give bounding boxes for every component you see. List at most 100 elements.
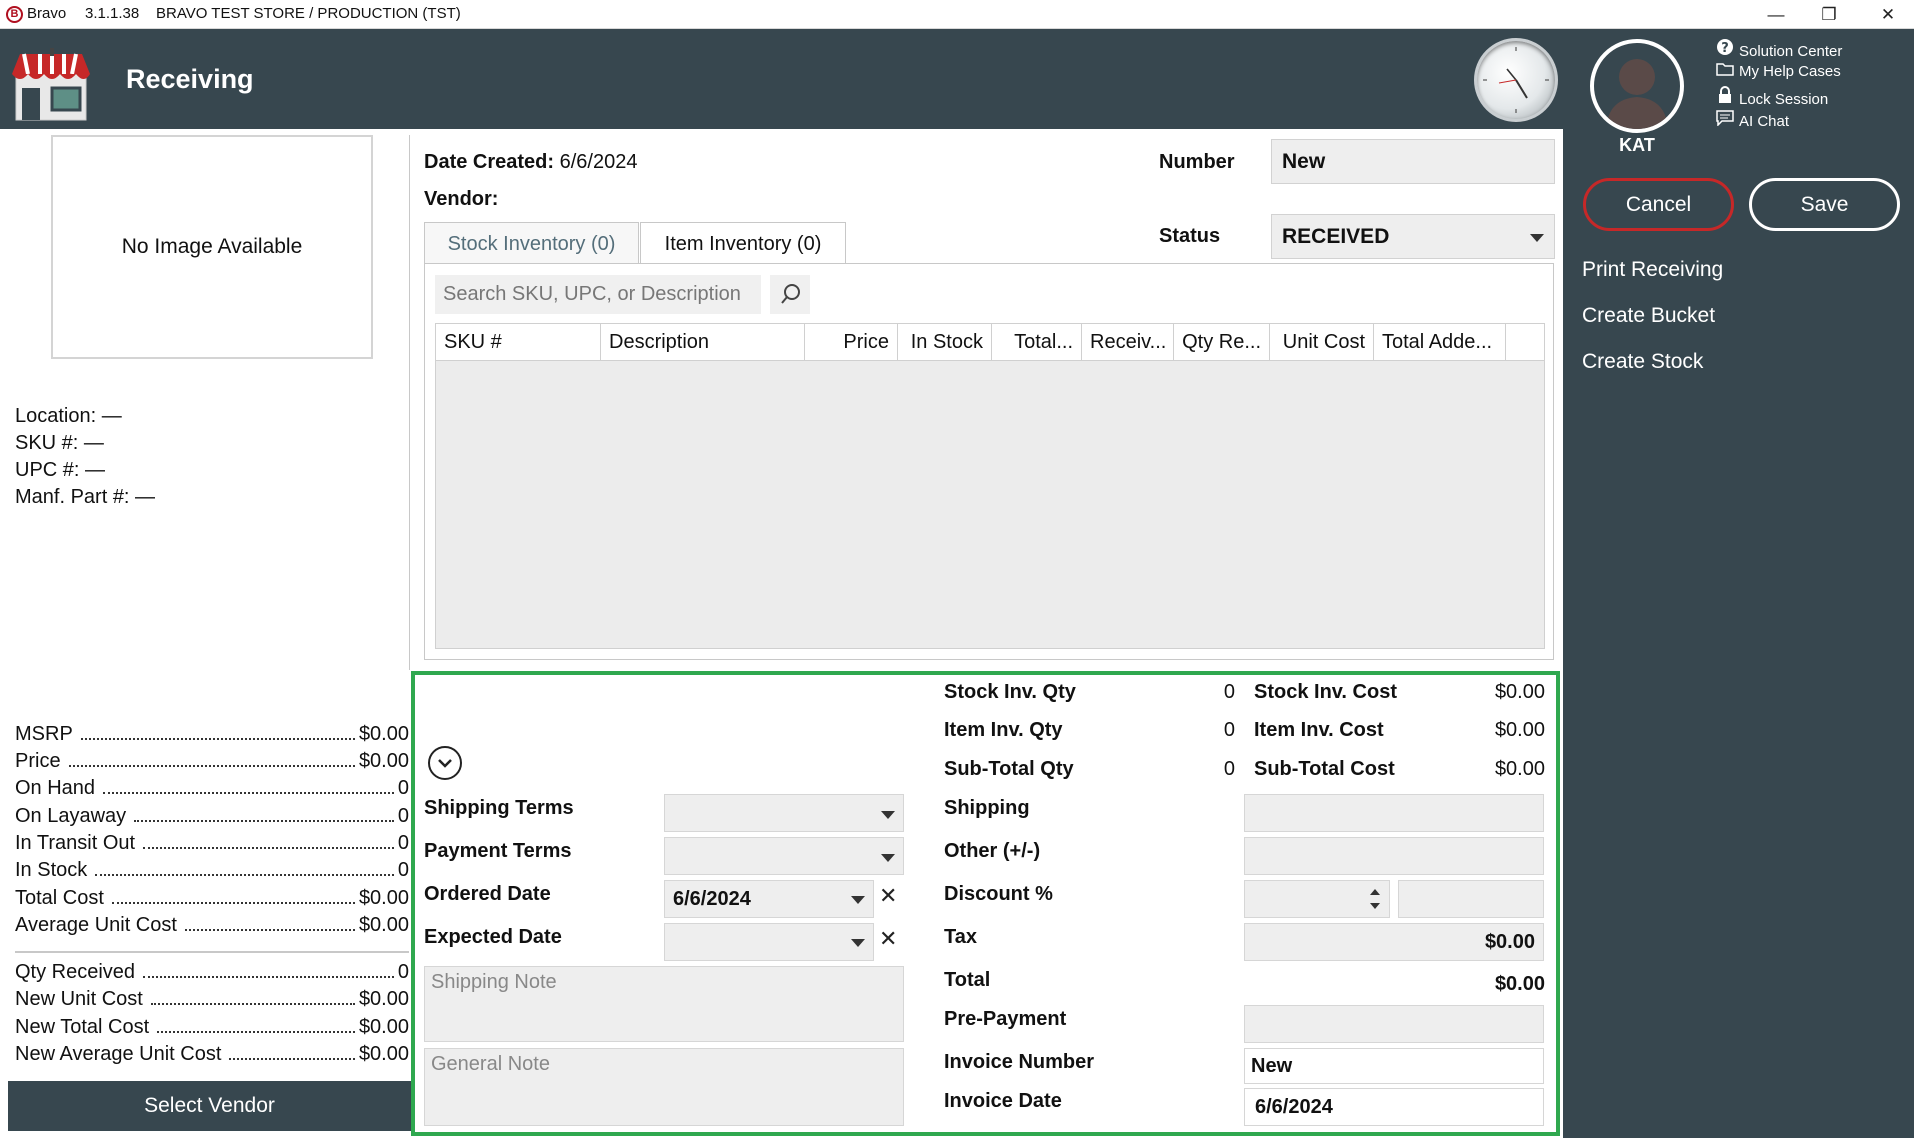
cancel-button[interactable]: Cancel <box>1583 178 1734 231</box>
stat-label: On Layaway <box>15 805 127 827</box>
stock-inv-cost-label: Stock Inv. Cost <box>1254 681 1397 703</box>
number-label: Number <box>1159 151 1235 173</box>
search-input[interactable]: Search SKU, UPC, or Description <box>435 275 761 314</box>
stat-row-new-unit-cost: New Unit Cost $0.00 <box>15 988 409 1011</box>
shipping-input[interactable] <box>1244 794 1544 832</box>
tab-item-inventory[interactable]: Item Inventory (0) <box>640 222 846 264</box>
chat-icon <box>1715 110 1735 130</box>
general-note-field[interactable]: General Note <box>424 1048 904 1126</box>
stat-row-in-transit-out: In Transit Out 0 <box>15 832 409 855</box>
ordered-date-picker[interactable]: 6/6/2024 <box>664 880 874 918</box>
subtotal-qty-value: 0 <box>1223 758 1235 780</box>
maximize-button[interactable]: ❐ <box>1803 0 1855 29</box>
solution-center-link[interactable]: ? Solution Center <box>1715 38 1842 60</box>
stat-label: MSRP <box>15 723 73 745</box>
column-header-unit-cost[interactable]: Unit Cost <box>1270 324 1374 361</box>
shipping-terms-dropdown[interactable] <box>664 794 904 832</box>
lock-session-label: Lock Session <box>1739 91 1829 108</box>
my-help-cases-label: My Help Cases <box>1739 63 1841 80</box>
ai-chat-link[interactable]: AI Chat <box>1715 110 1789 130</box>
expected-date-picker[interactable] <box>664 923 874 961</box>
other-label: Other (+/-) <box>944 840 1041 862</box>
manf-part-info: Manf. Part #: — <box>15 486 156 508</box>
column-header-description[interactable]: Description <box>601 324 805 361</box>
stat-row-average-unit-cost: Average Unit Cost $0.00 <box>15 914 409 937</box>
stat-value: 0 <box>397 777 409 799</box>
clear-ordered-date-button[interactable]: ✕ <box>879 883 897 909</box>
status-dropdown[interactable]: RECEIVED <box>1271 214 1555 259</box>
stat-value: 0 <box>397 832 409 854</box>
column-header-sku[interactable]: SKU # <box>436 324 601 361</box>
stat-value: $0.00 <box>358 988 409 1010</box>
invoice-number-label: Invoice Number <box>944 1051 1095 1073</box>
shipping-note-field[interactable]: Shipping Note <box>424 966 904 1042</box>
clear-expected-date-button[interactable]: ✕ <box>879 926 897 952</box>
subtotal-cost-label: Sub-Total Cost <box>1254 758 1395 780</box>
close-window-button[interactable]: ✕ <box>1862 0 1914 29</box>
user-name: KAT <box>1619 135 1655 155</box>
stat-row-qty-received: Qty Received 0 <box>15 961 409 984</box>
chevron-down-icon <box>851 896 865 904</box>
bravo-logo-icon: B <box>6 6 23 23</box>
shipping-terms-value <box>665 795 673 817</box>
column-header-received[interactable]: Receiv... <box>1082 324 1174 361</box>
tax-label: Tax <box>944 926 977 948</box>
date-created: Date Created: 6/6/2024 <box>424 151 637 174</box>
prepayment-label: Pre-Payment <box>944 1008 1067 1030</box>
stat-value: $0.00 <box>358 1016 409 1038</box>
shipping-label: Shipping <box>944 797 1030 819</box>
stat-label: Qty Received <box>15 961 136 983</box>
column-header-in-stock[interactable]: In Stock <box>898 324 992 361</box>
panel-divider <box>409 135 410 670</box>
stat-value: $0.00 <box>358 1043 409 1065</box>
payment-terms-dropdown[interactable] <box>664 837 904 875</box>
store-icon <box>10 44 92 124</box>
column-header-total[interactable]: Total... <box>992 324 1082 361</box>
invoice-date-input[interactable]: 6/6/2024 <box>1244 1088 1544 1126</box>
chevron-down-icon <box>1530 234 1544 242</box>
item-inv-cost-label: Item Inv. Cost <box>1254 719 1384 741</box>
prepayment-input[interactable] <box>1244 1005 1544 1043</box>
stat-row-on-layaway: On Layaway 0 <box>15 805 409 828</box>
chevron-down-icon <box>851 939 865 947</box>
tax-input[interactable]: $0.00 <box>1244 923 1544 961</box>
expand-button[interactable] <box>428 746 462 780</box>
inventory-grid[interactable] <box>435 323 1545 649</box>
avatar[interactable] <box>1590 39 1684 133</box>
stock-inv-qty-value: 0 <box>1223 681 1235 703</box>
total-label: Total <box>944 969 991 991</box>
number-field[interactable]: New <box>1271 139 1555 184</box>
stock-inv-cost-value: $0.00 <box>1494 681 1545 703</box>
stat-value: $0.00 <box>358 750 409 772</box>
solution-center-label: Solution Center <box>1739 43 1843 60</box>
stat-label: In Transit Out <box>15 832 136 854</box>
lock-session-link[interactable]: Lock Session <box>1715 86 1828 108</box>
tab-stock-inventory[interactable]: Stock Inventory (0) <box>424 222 639 264</box>
stat-value: $0.00 <box>358 887 409 909</box>
my-help-cases-link[interactable]: My Help Cases <box>1715 62 1841 80</box>
search-button[interactable] <box>770 275 810 314</box>
store-name: BRAVO TEST STORE / PRODUCTION (TST) <box>156 5 461 22</box>
stat-row-in-stock: In Stock 0 <box>15 859 409 882</box>
svg-text:?: ? <box>1721 41 1729 56</box>
column-header-qty-remaining[interactable]: Qty Re... <box>1174 324 1270 361</box>
page-title: Receiving <box>126 64 254 94</box>
invoice-number-input[interactable]: New <box>1244 1048 1544 1084</box>
stepper-arrows-icon[interactable] <box>1368 885 1382 913</box>
column-header-price[interactable]: Price <box>805 324 898 361</box>
stat-value: 0 <box>397 961 409 983</box>
create-stock-link[interactable]: Create Stock <box>1582 350 1703 374</box>
discount-amount-input[interactable] <box>1398 880 1544 918</box>
minimize-button[interactable]: — <box>1750 0 1802 29</box>
status-label: Status <box>1159 225 1221 247</box>
select-vendor-button[interactable]: Select Vendor <box>8 1081 411 1131</box>
other-input[interactable] <box>1244 837 1544 875</box>
save-button[interactable]: Save <box>1749 178 1900 231</box>
sku-info: SKU #: — <box>15 432 104 454</box>
stat-value: $0.00 <box>358 914 409 936</box>
stat-row-msrp: MSRP $0.00 <box>15 723 409 746</box>
print-receiving-link[interactable]: Print Receiving <box>1582 258 1723 282</box>
column-header-total-added[interactable]: Total Adde... <box>1374 324 1506 361</box>
total-value: $0.00 <box>1494 973 1545 995</box>
create-bucket-link[interactable]: Create Bucket <box>1582 304 1715 328</box>
